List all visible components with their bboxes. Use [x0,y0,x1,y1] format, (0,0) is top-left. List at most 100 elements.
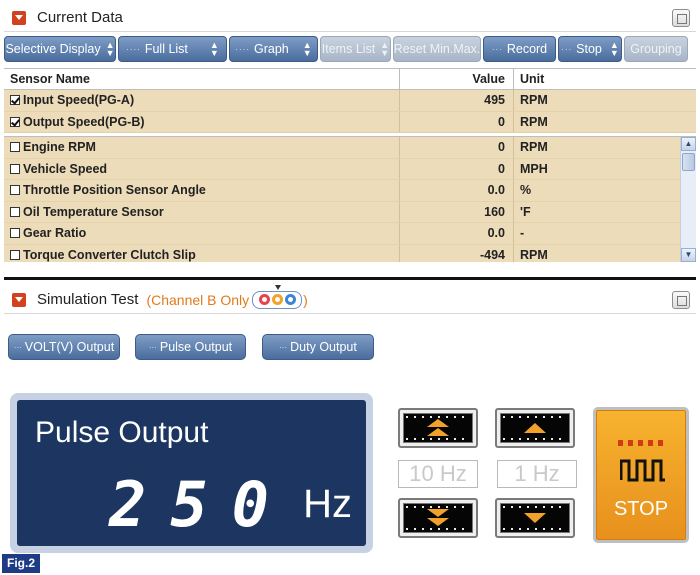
sensor-unit: RPM [520,93,548,108]
sensor-name: Torque Converter Clutch Slip [23,247,196,262]
output-display: Pulse Output 250 Hz [10,393,373,553]
sensor-name: Oil Temperature Sensor [23,204,164,219]
channel-c-icon [284,294,296,305]
collapse-icon[interactable] [12,292,26,307]
dots-icon: ··· [13,342,22,352]
sensor-value: 0 [400,158,514,179]
row-checkbox[interactable] [10,206,20,217]
pulse-output-button[interactable]: ··· Pulse Output [135,334,246,360]
sensor-name: Engine RPM [23,140,96,155]
dots-icon: ···· [126,44,141,54]
sensor-value: 495 [400,90,514,111]
up-down-arrows-icon: ▲ ▼ [380,40,390,58]
sensor-value: 0 [400,137,514,158]
dots-icon: ··· [148,342,157,352]
decrease-coarse-button[interactable] [398,498,478,538]
scroll-thumb[interactable] [682,153,695,171]
table-row[interactable]: Vehicle Speed 0 MPH [4,158,696,180]
stop-output-button[interactable]: STOP [593,407,689,543]
column-header-value[interactable]: Value [400,69,514,89]
duty-output-button[interactable]: ··· Duty Output [262,334,374,360]
indicator-dots-icon [618,440,668,446]
maximize-button[interactable] [672,9,690,27]
channel-selector-icon [252,284,303,309]
up-down-arrows-icon: ▲ ▼ [209,40,219,58]
row-checkbox[interactable] [10,116,20,127]
table-row[interactable]: Engine RPM 0 RPM [4,137,696,159]
sensor-name: Input Speed(PG-A) [23,93,135,108]
channel-b-icon [271,294,283,305]
up-arrow-icon [524,423,546,433]
simulation-header: Simulation Test (Channel B Only ) [4,284,696,314]
decrease-fine-button[interactable] [495,498,575,538]
double-down-arrow-icon [427,509,449,527]
sensor-list: Engine RPM 0 RPM Vehicle Speed 0 MPH Thr… [4,137,696,262]
channel-note: (Channel B Only [146,291,250,308]
up-down-arrows-icon: ▲ ▼ [302,40,312,58]
sensor-unit: - [520,226,525,241]
sensor-value: 0.0 [400,223,514,244]
row-checkbox[interactable] [10,95,20,106]
sensor-table: Sensor Name Value Unit Input Speed(PG-A)… [4,68,696,262]
display-unit: Hz [303,482,352,526]
sensor-unit: RPM [520,140,548,155]
scroll-up-icon[interactable]: ▲ [681,137,696,151]
data-toolbar: Selective Display ▲ ▼ ···· Full List ▲ ▼ ····… [4,36,696,64]
items-list-button[interactable]: Items List ▲ ▼ [320,36,391,62]
vertical-scrollbar[interactable]: ▲ ▼ [680,137,696,262]
display-value: 250 [109,468,293,541]
fine-step-label: 1 Hz [497,460,577,488]
table-row[interactable]: Gear Ratio 0.0 - [4,223,696,245]
pointer-icon [275,284,282,290]
panel-divider [4,277,696,280]
row-checkbox[interactable] [10,228,20,239]
increase-fine-button[interactable] [495,408,575,448]
table-row[interactable]: Output Speed(PG-B) 0 RPM [4,111,696,133]
simulation-title: Simulation Test [37,291,139,308]
double-up-arrow-icon [427,419,449,437]
volt-output-button[interactable]: ··· VOLT(V) Output [8,334,120,360]
dots-icon: ··· [279,342,288,352]
stop-label: STOP [613,498,669,520]
stop-button[interactable]: ··· Stop ▲ ▼ [558,36,622,62]
record-button[interactable]: ··· Record [483,36,556,62]
column-header-unit[interactable]: Unit [514,69,696,89]
selective-display-button[interactable]: Selective Display ▲ ▼ [4,36,116,62]
up-down-arrows-icon: ▲ ▼ [105,40,115,58]
table-row[interactable]: Torque Converter Clutch Slip -494 RPM [4,244,696,262]
sensor-unit: % [520,183,532,198]
row-checkbox[interactable] [10,185,20,196]
row-checkbox[interactable] [10,249,20,260]
sensor-name: Vehicle Speed [23,161,108,176]
full-list-button[interactable]: ···· Full List ▲ ▼ [118,36,227,62]
reset-min-max-button[interactable]: Reset Min.Max. [393,36,481,62]
current-data-header: Current Data [4,4,696,32]
maximize-button[interactable] [672,291,690,309]
increase-coarse-button[interactable] [398,408,478,448]
sensor-unit: MPH [520,161,548,176]
table-row[interactable]: Oil Temperature Sensor 160 'F [4,201,696,223]
scroll-down-icon[interactable]: ▼ [681,248,696,262]
channel-a-icon [258,294,270,305]
sensor-unit: RPM [520,247,548,262]
row-checkbox[interactable] [10,142,20,153]
column-header-name[interactable]: Sensor Name [4,69,400,89]
sensor-value: 0.0 [400,180,514,201]
sensor-unit: 'F [520,204,531,219]
graph-button[interactable]: ···· Graph ▲ ▼ [229,36,318,62]
figure-label: Fig.2 [2,554,40,573]
sensor-value: 160 [400,201,514,222]
sensor-name: Throttle Position Sensor Angle [23,183,206,198]
table-row[interactable]: Throttle Position Sensor Angle 0.0 % [4,180,696,202]
sensor-value: 0 [400,111,514,132]
pulse-wave-icon [620,459,665,482]
grouping-button[interactable]: Grouping [624,36,688,62]
dots-icon: ···· [235,44,250,54]
collapse-icon[interactable] [12,10,26,25]
table-row[interactable]: Input Speed(PG-A) 495 RPM [4,90,696,112]
dots-icon: ··· [491,44,503,54]
row-checkbox[interactable] [10,163,20,174]
sensor-value: -494 [400,244,514,262]
up-down-arrows-icon: ▲ ▼ [609,40,619,58]
current-data-title: Current Data [37,9,123,26]
